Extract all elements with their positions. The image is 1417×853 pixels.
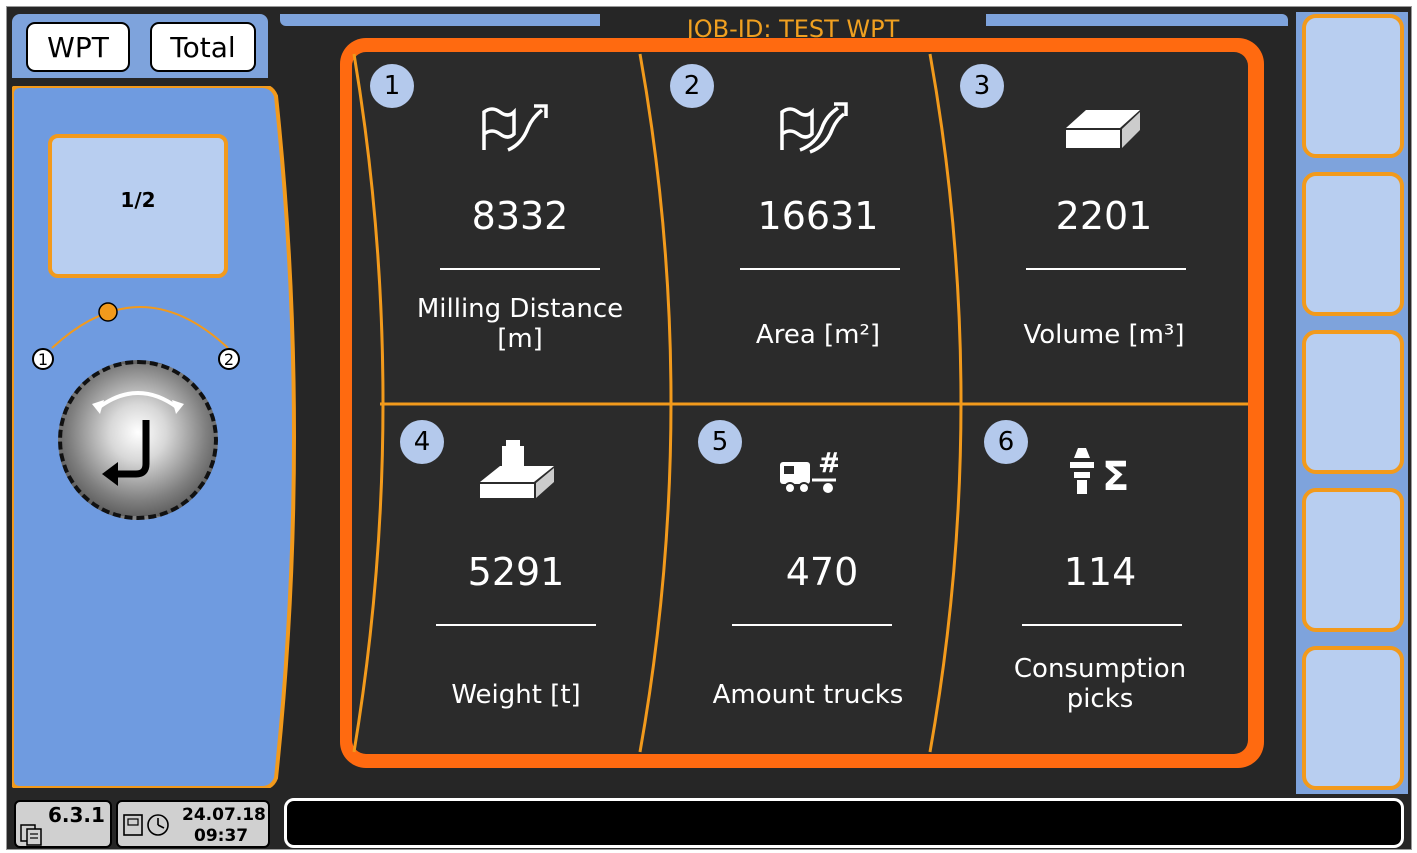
tab-wpt[interactable]: WPT [26,22,130,72]
softkey-2[interactable] [1302,172,1404,316]
tile-5-label: Amount trucks [658,680,958,710]
page-indicator[interactable]: 1/2 [48,134,228,278]
tile-2-number: 2 [670,64,714,108]
tile-1-divider [440,268,600,270]
svg-text:Σ: Σ [1102,454,1129,496]
tile-3-value: 2201 [1055,194,1153,238]
tile-2-label: Area [m²] [668,320,968,350]
knob-position-1: 1 [32,348,54,370]
status-time: 09:37 [194,826,249,846]
tile-5-number: 5 [698,420,742,464]
tile-1-label: Milling Distance [m] [370,294,670,354]
grid-lines [352,53,1248,753]
tile-3-number: 3 [960,64,1004,108]
tile-6-label: Consumption picks [950,654,1250,714]
knob-position-2: 2 [218,348,240,370]
tile-6-label-line-2: picks [1066,684,1134,714]
rotary-knob[interactable] [58,360,218,520]
tile-4-label-line-1: Weight [t] [451,680,581,710]
version-box[interactable]: 6.3.1 [14,800,112,848]
volume-icon [1066,110,1140,148]
softkey-4[interactable] [1302,488,1404,632]
tile-6-divider [1022,624,1182,626]
weight-icon [480,440,554,498]
clock-calendar-icon [123,814,169,836]
area-icon [780,102,848,154]
tile-3-divider [1026,268,1186,270]
tile-6-value: 114 [1063,550,1137,594]
tile-5-divider [732,624,892,626]
tile-4-divider [436,624,596,626]
tile-1-value: 8332 [471,194,569,238]
tile-4-number: 4 [400,420,444,464]
datetime-box[interactable]: 24.07.18 09:37 [116,800,270,848]
title-bar-left [280,14,600,26]
tile-2-divider [740,268,900,270]
softkey-1[interactable] [1302,14,1404,158]
message-bar [284,798,1404,848]
tile-2-label-line-1: Area [m²] [755,320,881,350]
milling-distance-icon [482,104,548,152]
tile-4-value: 5291 [467,550,565,594]
tile-6-label-line-1: Consumption [1013,654,1187,684]
tile-2-value: 16631 [757,194,879,238]
tile-1-label-line-2: [m] [497,324,543,354]
pages-icon [20,824,42,846]
tile-6-number: 6 [984,420,1028,464]
tile-3-label-line-1: Volume [m³] [1023,320,1185,350]
enter-arrow-icon [92,391,184,486]
tab-total[interactable]: Total [150,22,256,72]
truck-count-icon: # [780,446,838,494]
softkey-5[interactable] [1302,646,1404,790]
picks-sum-icon: Σ [1070,448,1129,496]
tile-5-label-line-1: Amount trucks [712,680,904,710]
softkey-3[interactable] [1302,330,1404,474]
tile-3-label: Volume [m³] [954,320,1254,350]
tile-4-label: Weight [t] [366,680,666,710]
status-date: 24.07.18 [182,805,266,825]
knob-position-dot [98,302,118,322]
tile-5-value: 470 [785,550,859,594]
svg-text:#: # [818,446,838,479]
tile-1-number: 1 [370,64,414,108]
version-number: 6.3.1 [48,803,105,827]
tile-1-label-line-1: Milling Distance [416,294,624,324]
title-bar-right [986,14,1288,26]
